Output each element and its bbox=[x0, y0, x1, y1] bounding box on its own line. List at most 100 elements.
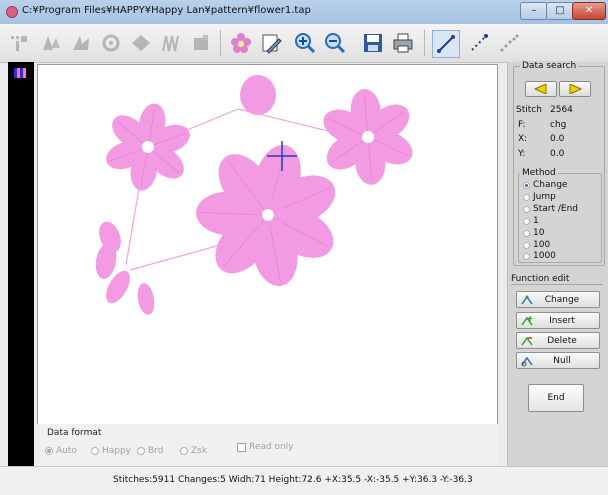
stitch-tool-2-icon[interactable] bbox=[38, 30, 64, 56]
pattern-canvas[interactable] bbox=[37, 64, 498, 426]
format-auto-label: Auto bbox=[56, 446, 77, 456]
change-icon bbox=[519, 294, 535, 306]
f-label: F: bbox=[518, 120, 526, 130]
color-sequence-bar[interactable] bbox=[14, 68, 26, 78]
format-zsk-radio[interactable]: Zsk bbox=[180, 446, 207, 456]
radio-indicator bbox=[91, 447, 99, 455]
radio-indicator bbox=[137, 447, 145, 455]
status-bar: Stitches:5911 Changes:5 Widh:71 Height:7… bbox=[0, 466, 608, 495]
toolbar-separator bbox=[220, 30, 221, 56]
stitch-tool-6-icon[interactable] bbox=[158, 30, 184, 56]
x-label: X: bbox=[518, 134, 528, 144]
method-1000-radio[interactable]: 1000 bbox=[523, 251, 556, 261]
method-option-label: 10 bbox=[533, 228, 545, 238]
x-value: 0.0 bbox=[550, 134, 565, 144]
stitch-tool-5-icon[interactable] bbox=[128, 30, 154, 56]
f-value: chg bbox=[550, 120, 567, 130]
null-button[interactable]: Null bbox=[516, 352, 600, 369]
format-zsk-label: Zsk bbox=[191, 446, 208, 456]
data-format-panel: Data format Auto Happy Brd Zsk Read only bbox=[37, 424, 498, 466]
app-icon bbox=[6, 6, 18, 18]
method-change-radio[interactable]: Change bbox=[523, 180, 567, 190]
minimize-button[interactable]: – bbox=[520, 2, 548, 20]
radio-indicator bbox=[523, 217, 530, 225]
null-icon bbox=[519, 355, 535, 367]
flower-icon[interactable] bbox=[228, 30, 254, 56]
zoom-in-icon[interactable] bbox=[292, 30, 318, 56]
method-option-label: Change bbox=[533, 180, 568, 190]
stitch-tool-4-icon[interactable] bbox=[98, 30, 124, 56]
color-sequence-strip bbox=[8, 62, 34, 466]
status-text: Stitches:5911 Changes:5 Widh:71 Height:7… bbox=[113, 475, 473, 485]
title-bar: C:¥Program Files¥HAPPY¥Happy Lan¥pattern… bbox=[0, 0, 608, 25]
flower-center-large bbox=[196, 144, 336, 286]
insert-button[interactable]: Insert bbox=[516, 312, 600, 329]
stitch-tool-1-icon[interactable] bbox=[6, 30, 32, 56]
format-brd-radio[interactable]: Brd bbox=[137, 446, 163, 456]
format-happy-label: Happy bbox=[102, 446, 132, 456]
flower-left-partial bbox=[95, 221, 155, 315]
flower-center bbox=[142, 141, 154, 153]
save-icon[interactable] bbox=[360, 30, 386, 56]
method-1-radio[interactable]: 1 bbox=[523, 216, 539, 226]
y-label: Y: bbox=[518, 149, 526, 159]
radio-indicator bbox=[523, 205, 530, 213]
search-prev-button[interactable] bbox=[525, 81, 557, 97]
flower-top-left bbox=[106, 103, 190, 191]
data-search-group: Data search Stitch 2564 F: chg X: 0.0 Y:… bbox=[513, 61, 605, 266]
data-format-title: Data format bbox=[47, 428, 102, 438]
radio-indicator bbox=[523, 193, 530, 201]
print-icon[interactable] bbox=[390, 30, 416, 56]
format-happy-radio[interactable]: Happy bbox=[91, 446, 131, 456]
checkbox-indicator bbox=[237, 442, 246, 452]
search-next-button[interactable] bbox=[559, 81, 591, 97]
delete-icon bbox=[519, 335, 535, 347]
method-option-label: Jump bbox=[533, 192, 556, 202]
method-jump-radio[interactable]: Jump bbox=[523, 192, 556, 202]
read-only-label: Read only bbox=[249, 442, 294, 452]
close-button[interactable]: ✕ bbox=[572, 2, 606, 20]
insert-label: Insert bbox=[549, 315, 575, 326]
radio-indicator bbox=[45, 447, 53, 455]
null-label: Null bbox=[553, 355, 571, 366]
radio-indicator bbox=[523, 229, 530, 237]
maximize-button[interactable]: □ bbox=[546, 2, 574, 20]
method-100-radio[interactable]: 100 bbox=[523, 240, 550, 250]
flower-center bbox=[362, 131, 374, 143]
triangle-left-icon bbox=[534, 84, 547, 94]
stitch-tool-7-icon[interactable] bbox=[188, 30, 214, 56]
data-search-title: Data search bbox=[520, 61, 579, 71]
change-button[interactable]: Change bbox=[516, 291, 600, 308]
format-brd-label: Brd bbox=[148, 446, 164, 456]
delete-label: Delete bbox=[547, 335, 577, 346]
insert-icon bbox=[519, 315, 535, 327]
method-10-radio[interactable]: 10 bbox=[523, 228, 544, 238]
window-title: C:¥Program Files¥HAPPY¥Happy Lan¥pattern… bbox=[22, 5, 311, 16]
flower-top-right bbox=[323, 89, 413, 185]
radio-indicator bbox=[180, 447, 188, 455]
delete-button[interactable]: Delete bbox=[516, 332, 600, 349]
stitch-tool-3-icon[interactable] bbox=[68, 30, 94, 56]
flower-center bbox=[262, 209, 274, 221]
toolbar-separator bbox=[424, 30, 425, 56]
stitch-label: Stitch bbox=[516, 105, 542, 115]
point-view-icon[interactable] bbox=[496, 30, 522, 56]
dotted-line-view-icon[interactable] bbox=[466, 30, 492, 56]
change-label: Change bbox=[544, 294, 580, 305]
method-option-label: 1 bbox=[533, 216, 539, 226]
zoom-out-icon[interactable] bbox=[322, 30, 348, 56]
format-auto-radio[interactable]: Auto bbox=[45, 446, 77, 456]
side-panel: Data search Stitch 2564 F: chg X: 0.0 Y:… bbox=[507, 61, 608, 466]
function-edit-divider bbox=[511, 284, 603, 285]
read-only-checkbox[interactable]: Read only bbox=[237, 442, 294, 452]
solid-line-view-icon[interactable] bbox=[432, 30, 460, 58]
toolbar bbox=[0, 24, 608, 63]
pattern-view[interactable] bbox=[38, 65, 497, 425]
method-title: Method bbox=[520, 168, 558, 178]
end-button[interactable]: End bbox=[528, 384, 584, 412]
method-start-end-radio[interactable]: Start /End bbox=[523, 204, 578, 214]
triangle-right-icon bbox=[569, 84, 582, 94]
method-option-label: 1000 bbox=[533, 251, 556, 261]
edit-document-icon[interactable] bbox=[258, 30, 284, 56]
y-value: 0.0 bbox=[550, 149, 565, 159]
